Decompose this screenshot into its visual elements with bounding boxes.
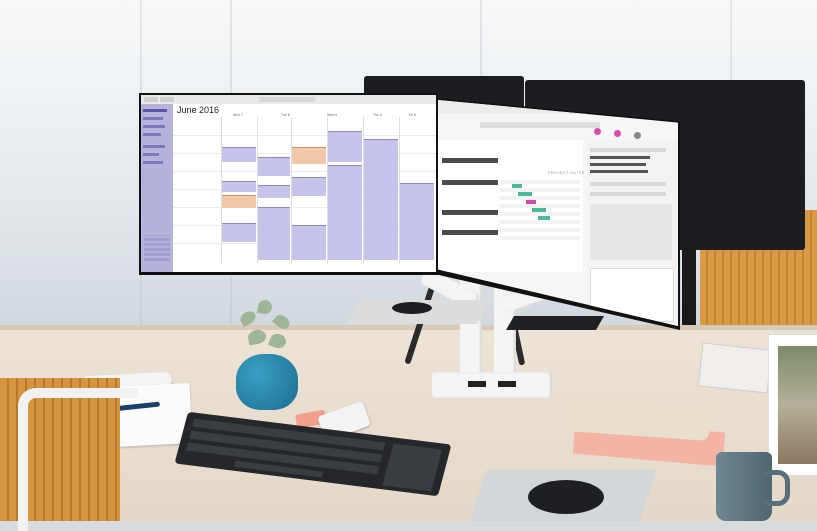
sidebar-item[interactable] (143, 161, 163, 164)
sidebar-item[interactable] (143, 109, 167, 112)
gantt-bar (512, 184, 522, 188)
white-chair-frame (18, 388, 138, 531)
blue-vase (236, 354, 298, 410)
mug-handle (765, 470, 790, 506)
back-keyboard (505, 316, 605, 330)
user-avatar-icon[interactable] (594, 128, 601, 135)
panel-row[interactable] (590, 156, 650, 159)
panel-row[interactable] (590, 163, 646, 166)
toolbar-button[interactable] (160, 97, 174, 102)
month-title: June 2016 (177, 105, 220, 115)
sidebar-item[interactable] (143, 153, 159, 156)
gantt-bar (518, 192, 532, 196)
panel-row[interactable] (590, 182, 666, 186)
section-header (442, 158, 498, 163)
gantt-title: PROJECT DATES (548, 170, 585, 175)
calendar-event[interactable] (400, 183, 434, 260)
calendar-event[interactable] (222, 195, 256, 208)
day-header: Mon 7 (233, 113, 243, 117)
mouse (528, 480, 604, 514)
back-monitor-stand (682, 248, 696, 332)
panel-row[interactable] (590, 170, 648, 173)
day-header: Thu 4 (373, 113, 382, 117)
detail-card (590, 204, 672, 260)
sidebar-item[interactable] (143, 133, 161, 136)
calendar-event[interactable] (222, 181, 256, 192)
calendar-event[interactable] (222, 147, 256, 162)
calendar-event[interactable] (292, 225, 326, 260)
base-clip (468, 381, 486, 387)
calendar-event[interactable] (328, 165, 362, 260)
panel-row[interactable] (590, 148, 666, 152)
window-pane (0, 0, 142, 330)
calendar-event[interactable] (258, 157, 290, 176)
back-mouse (392, 302, 432, 314)
gantt-bar (538, 216, 550, 220)
mini-month-calendar[interactable] (144, 235, 170, 261)
user-avatar-icon[interactable] (634, 132, 641, 139)
hour-line (173, 135, 436, 136)
gantt-bar-highlight (526, 200, 536, 204)
gantt-bar (532, 208, 546, 212)
tab-strip[interactable] (480, 122, 600, 128)
user-avatar-icon[interactable] (614, 130, 621, 137)
calendar-event[interactable] (258, 207, 290, 260)
sidebar-item[interactable] (143, 117, 163, 120)
coffee-mug (716, 452, 772, 521)
calendar-screen: June 2016 Mon 7 Tue 8 Wed 9 Thu 4 Fri 6 (141, 95, 436, 272)
sidebar-item[interactable] (143, 125, 165, 128)
view-switcher[interactable] (259, 97, 315, 102)
section-header (442, 230, 498, 235)
calendar-event[interactable] (222, 223, 256, 242)
calendar-event[interactable] (364, 139, 398, 260)
calendar-event[interactable] (292, 147, 326, 164)
panel-row[interactable] (590, 192, 666, 196)
calendar-event[interactable] (328, 131, 362, 162)
numpad (382, 443, 443, 492)
day-header: Fri 6 (409, 113, 416, 117)
day-header: Wed 9 (327, 113, 338, 117)
calendar-event[interactable] (258, 185, 290, 198)
section-header (442, 210, 498, 215)
day-header: Tue 8 (281, 113, 290, 117)
section-header (442, 180, 498, 185)
base-clip (498, 381, 516, 387)
calendar-event[interactable] (292, 177, 326, 196)
monitor-arm-base (432, 372, 552, 398)
toolbar-button[interactable] (144, 97, 158, 102)
magazine-stack (697, 342, 773, 394)
picture-frame-photo (778, 346, 817, 464)
sidebar-item[interactable] (143, 145, 165, 148)
